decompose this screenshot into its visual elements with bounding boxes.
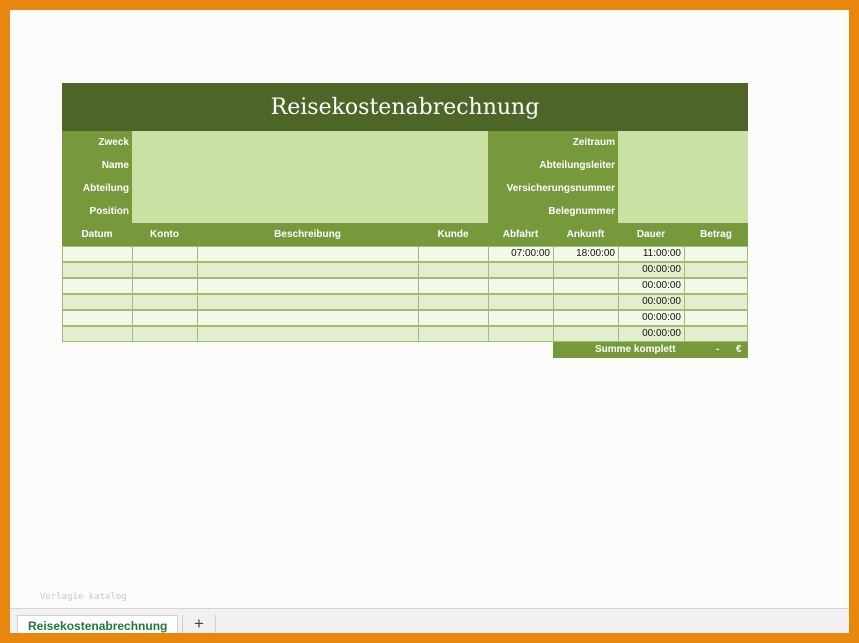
cell-konto[interactable] bbox=[132, 246, 198, 262]
cell-datum[interactable] bbox=[62, 294, 133, 310]
right-info-fields[interactable] bbox=[618, 131, 748, 223]
table-row: 00:00:00 bbox=[62, 278, 748, 294]
col-beschreibung: Beschreibung bbox=[274, 229, 341, 240]
cell-beschreibung[interactable] bbox=[197, 294, 419, 310]
col-konto: Konto bbox=[150, 229, 179, 240]
cell-ankunft[interactable]: 18:00:00 bbox=[553, 246, 619, 262]
cell-beschreibung[interactable] bbox=[197, 310, 419, 326]
cell-betrag[interactable] bbox=[684, 310, 748, 326]
table-header: Datum Konto Beschreibung Kunde Abfahrt A… bbox=[62, 223, 748, 246]
cell-dauer[interactable]: 00:00:00 bbox=[618, 262, 685, 278]
cell-kunde[interactable] bbox=[418, 326, 489, 342]
label-name: Name bbox=[101, 160, 129, 171]
left-info-fields[interactable] bbox=[132, 131, 488, 223]
label-position: Position bbox=[89, 206, 129, 217]
cell-betrag[interactable] bbox=[684, 294, 748, 310]
cell-kunde[interactable] bbox=[418, 310, 489, 326]
total-value[interactable]: - bbox=[716, 342, 719, 358]
table-row: 00:00:00 bbox=[62, 294, 748, 310]
table-row: 00:00:00 bbox=[62, 310, 748, 326]
cell-datum[interactable] bbox=[62, 246, 133, 262]
right-info-labels: Zeitraum Abteilungsleiter Versicherungsn… bbox=[488, 131, 618, 223]
cell-ankunft[interactable] bbox=[553, 262, 619, 278]
col-dauer: Dauer bbox=[636, 229, 666, 240]
cell-betrag[interactable] bbox=[684, 278, 748, 294]
label-zweck: Zweck bbox=[98, 137, 129, 148]
cell-ankunft[interactable] bbox=[553, 310, 619, 326]
cell-dauer[interactable]: 00:00:00 bbox=[618, 326, 685, 342]
col-abfahrt: Abfahrt bbox=[502, 229, 539, 240]
spreadsheet-window: Reisekostenabrechnung Zweck Name Abteilu… bbox=[10, 10, 849, 633]
cell-konto[interactable] bbox=[132, 310, 198, 326]
cell-abfahrt[interactable] bbox=[488, 294, 554, 310]
col-datum: Datum bbox=[81, 229, 113, 240]
table-row: 00:00:00 bbox=[62, 326, 748, 342]
cell-abfahrt[interactable]: 07:00:00 bbox=[488, 246, 554, 262]
cell-dauer[interactable]: 00:00:00 bbox=[618, 278, 685, 294]
label-belegnummer: Belegnummer bbox=[548, 206, 615, 217]
cell-dauer[interactable]: 11:00:00 bbox=[618, 246, 685, 262]
cell-konto[interactable] bbox=[132, 326, 198, 342]
watermark: Vorlagie katalog bbox=[40, 592, 127, 602]
sheet-title: Reisekostenabrechnung bbox=[62, 83, 748, 131]
cell-datum[interactable] bbox=[62, 278, 133, 294]
total-row: Summe komplett - € bbox=[553, 342, 748, 358]
cell-konto[interactable] bbox=[132, 262, 198, 278]
cell-kunde[interactable] bbox=[418, 246, 489, 262]
add-sheet-button[interactable]: + bbox=[182, 615, 216, 633]
cell-betrag[interactable] bbox=[684, 326, 748, 342]
cell-beschreibung[interactable] bbox=[197, 262, 419, 278]
cell-konto[interactable] bbox=[132, 294, 198, 310]
col-ankunft: Ankunft bbox=[566, 229, 605, 240]
cell-dauer[interactable]: 00:00:00 bbox=[618, 294, 685, 310]
cell-abfahrt[interactable] bbox=[488, 310, 554, 326]
label-abteilung: Abteilung bbox=[82, 183, 129, 194]
cell-kunde[interactable] bbox=[418, 262, 489, 278]
cell-betrag[interactable] bbox=[684, 262, 748, 278]
left-info-labels: Zweck Name Abteilung Position bbox=[62, 131, 132, 223]
label-zeitraum: Zeitraum bbox=[572, 137, 615, 148]
table-row: 00:00:00 bbox=[62, 262, 748, 278]
sheet-tab-reisekostenabrechnung[interactable]: Reisekostenabrechnung bbox=[17, 615, 179, 633]
cell-beschreibung[interactable] bbox=[197, 278, 419, 294]
cell-abfahrt[interactable] bbox=[488, 262, 554, 278]
table-row: 07:00:00 18:00:00 11:00:00 bbox=[62, 246, 748, 262]
cell-ankunft[interactable] bbox=[553, 326, 619, 342]
cell-abfahrt[interactable] bbox=[488, 326, 554, 342]
cell-beschreibung[interactable] bbox=[197, 246, 419, 262]
cell-datum[interactable] bbox=[62, 310, 133, 326]
cell-dauer[interactable]: 00:00:00 bbox=[618, 310, 685, 326]
plus-icon: + bbox=[194, 614, 204, 633]
label-abteilungsleiter: Abteilungsleiter bbox=[539, 160, 615, 171]
cell-betrag[interactable] bbox=[684, 246, 748, 262]
cell-konto[interactable] bbox=[132, 278, 198, 294]
cell-datum[interactable] bbox=[62, 326, 133, 342]
cell-kunde[interactable] bbox=[418, 294, 489, 310]
cell-abfahrt[interactable] bbox=[488, 278, 554, 294]
cell-beschreibung[interactable] bbox=[197, 326, 419, 342]
cell-ankunft[interactable] bbox=[553, 278, 619, 294]
col-betrag: Betrag bbox=[700, 229, 732, 240]
cell-kunde[interactable] bbox=[418, 278, 489, 294]
cell-ankunft[interactable] bbox=[553, 294, 619, 310]
col-kunde: Kunde bbox=[437, 229, 469, 240]
currency-symbol: € bbox=[736, 344, 742, 355]
sheet-tab-bar: Reisekostenabrechnung + bbox=[10, 608, 849, 633]
total-label: Summe komplett bbox=[595, 344, 676, 355]
label-versicherungsnummer: Versicherungsnummer bbox=[506, 183, 615, 194]
cell-datum[interactable] bbox=[62, 262, 133, 278]
